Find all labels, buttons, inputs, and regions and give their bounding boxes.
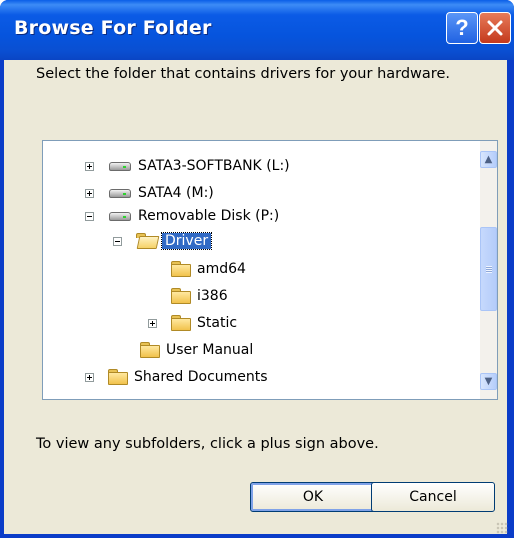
ok-button[interactable]: OK bbox=[250, 482, 376, 512]
scroll-down-button[interactable]: ▼ bbox=[480, 373, 497, 390]
tree-item-sata3[interactable]: SATA3-SOFTBANK (L:) bbox=[85, 154, 290, 178]
tree-item-removable-disk[interactable]: Removable Disk (P:) bbox=[85, 204, 279, 228]
tree-item-label: Removable Disk (P:) bbox=[138, 208, 280, 224]
folder-icon bbox=[108, 369, 128, 385]
tree-item-label: amd64 bbox=[197, 261, 246, 277]
folder-icon bbox=[140, 342, 160, 358]
collapse-icon[interactable] bbox=[85, 211, 94, 221]
tree-item-amd64[interactable]: amd64 bbox=[171, 257, 246, 281]
help-button[interactable]: ? bbox=[446, 12, 478, 44]
close-button[interactable] bbox=[479, 12, 511, 44]
resize-grip[interactable] bbox=[496, 522, 508, 534]
tree-item-i386[interactable]: i386 bbox=[171, 284, 228, 308]
removable-drive-icon bbox=[108, 210, 132, 222]
scroll-thumb[interactable] bbox=[480, 227, 497, 311]
prompt-text: Select the folder that contains drivers … bbox=[36, 66, 450, 82]
vertical-scrollbar[interactable]: ▲ ▼ bbox=[480, 141, 497, 399]
collapse-icon[interactable] bbox=[113, 236, 122, 246]
tree-item-driver[interactable]: Driver bbox=[113, 229, 213, 253]
close-icon bbox=[487, 20, 503, 36]
tree-item-sata4[interactable]: SATA4 (M:) bbox=[85, 181, 214, 205]
window-border-right bbox=[507, 60, 514, 538]
tree-item-static[interactable]: Static bbox=[148, 311, 237, 335]
folder-icon bbox=[171, 288, 191, 304]
expand-icon[interactable] bbox=[85, 188, 94, 198]
chevron-up-icon: ▲ bbox=[484, 153, 493, 165]
tree-item-label: Static bbox=[197, 315, 238, 331]
browse-for-folder-dialog: Browse For Folder ? Select the folder th… bbox=[0, 0, 514, 538]
tree-item-label: Shared Documents bbox=[134, 369, 268, 385]
tree-item-label: User Manual bbox=[166, 342, 254, 358]
chevron-down-icon: ▼ bbox=[484, 375, 493, 387]
tree-item-label: i386 bbox=[197, 288, 228, 304]
tree-item-shared-documents[interactable]: Shared Documents bbox=[85, 365, 268, 389]
expand-icon[interactable] bbox=[85, 161, 94, 171]
tree-item-label-selected: Driver bbox=[160, 232, 213, 250]
folder-icon bbox=[171, 261, 191, 277]
hint-text: To view any subfolders, click a plus sig… bbox=[36, 436, 379, 452]
hard-drive-icon bbox=[108, 187, 132, 199]
tree-item-label: SATA3-SOFTBANK (L:) bbox=[138, 158, 290, 174]
expand-icon[interactable] bbox=[85, 372, 94, 382]
tree-item-user-manual[interactable]: User Manual bbox=[140, 338, 253, 362]
tree-item-label: SATA4 (M:) bbox=[138, 185, 214, 201]
hard-drive-icon bbox=[108, 160, 132, 172]
window-border-bottom bbox=[0, 534, 514, 538]
folder-tree[interactable]: SATA3-SOFTBANK (L:) SATA4 (M:) Removable… bbox=[42, 140, 498, 400]
cancel-button[interactable]: Cancel bbox=[371, 482, 495, 512]
folder-icon bbox=[171, 315, 191, 331]
scroll-up-button[interactable]: ▲ bbox=[480, 151, 497, 168]
expand-icon[interactable] bbox=[148, 318, 157, 328]
folder-open-icon bbox=[136, 233, 156, 249]
window-title: Browse For Folder bbox=[14, 17, 212, 39]
title-bar[interactable]: Browse For Folder ? bbox=[0, 0, 514, 60]
question-mark-icon: ? bbox=[455, 15, 469, 40]
